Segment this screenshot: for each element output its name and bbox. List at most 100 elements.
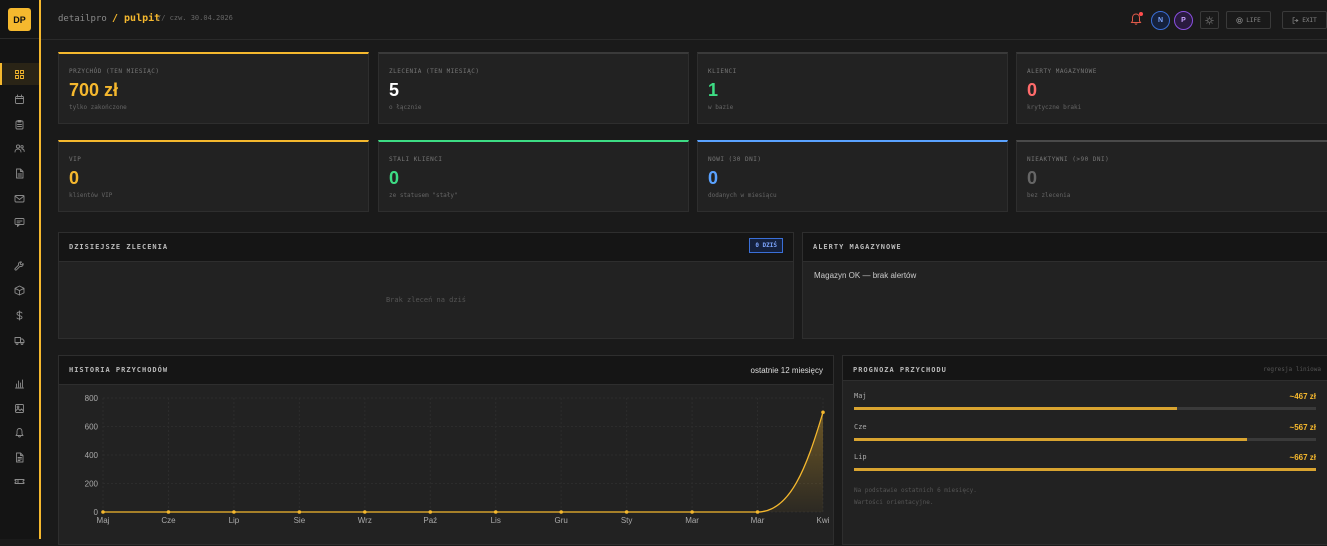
stat-card[interactable]: STALI KLIENCI 0 ze statusem "stały" [378, 140, 689, 212]
sidebar-item-bell[interactable] [0, 421, 39, 443]
stat-label: NIEAKTYWNI (>90 DNI) [1027, 156, 1110, 163]
sidebar-item-mail[interactable] [0, 187, 39, 209]
forecast-note-1: Na podstawie ostatnich 6 miesięcy. [854, 487, 977, 494]
exit-label: EXIT [1302, 16, 1317, 24]
sidebar-item-message[interactable] [0, 211, 39, 233]
sidebar-item-ticket[interactable] [0, 470, 39, 492]
exit-button[interactable]: EXIT [1282, 11, 1327, 29]
x-tick-label: Wrz [358, 516, 372, 525]
life-label: LIFE [1246, 16, 1261, 24]
revenue-history-range[interactable]: ostatnie 12 miesięcy [751, 366, 823, 375]
dollar-icon [16, 310, 23, 320]
avatar-n[interactable]: N [1151, 11, 1170, 30]
x-tick-label: Cze [161, 516, 176, 525]
stat-card[interactable]: PRZYCHÓD (TEN MIESIĄC) 700 zł tylko zakońc… [58, 52, 369, 124]
sun-icon [1205, 15, 1214, 25]
stat-label: NOWI (30 DNI) [708, 156, 762, 163]
data-point [755, 510, 760, 514]
forecast-method: regresja liniowa [1263, 366, 1321, 373]
stat-value: 0 [69, 168, 80, 188]
stat-value: 0 [708, 168, 719, 188]
sidebar-item-image[interactable] [0, 397, 39, 419]
data-point [493, 510, 498, 514]
logout-icon [1292, 16, 1299, 24]
forecast-bar [854, 438, 1316, 441]
stat-subtitle: w bazie [708, 104, 734, 111]
revenue-history-header: HISTORIA PRZYCHODÓW ostatnie 12 miesięcy [59, 356, 833, 385]
y-tick-label: 600 [85, 423, 99, 432]
stat-value: 0 [389, 168, 400, 188]
notifications-button[interactable] [1129, 12, 1143, 26]
stat-card[interactable]: KLIENCI 1 w bazie [697, 52, 1008, 124]
avatar-p[interactable]: P [1174, 11, 1193, 30]
sidebar-item-bar-chart[interactable] [0, 372, 39, 394]
message-icon [14, 217, 25, 227]
stat-card[interactable]: ALERTY MAGAZYNOWE 0 krytyczne braki [1016, 52, 1327, 124]
breadcrumb: / pulpit [112, 13, 161, 24]
app-logo[interactable]: DP [8, 8, 31, 31]
y-tick-label: 400 [85, 451, 99, 460]
sidebar-item-file[interactable] [0, 162, 39, 184]
stat-card[interactable]: ZLECENIA (TEN MIESIĄC) 5 o łącznie [378, 52, 689, 124]
sidebar-item-truck[interactable] [0, 329, 39, 351]
stat-value: 700 zł [69, 80, 119, 100]
truck-icon [14, 336, 25, 345]
series-line [103, 412, 824, 513]
sidebar-item-document[interactable] [0, 446, 39, 468]
forecast-month: Lip [854, 453, 867, 461]
notification-dot [1139, 12, 1143, 16]
sidebar: DP [0, 0, 41, 539]
stat-label: KLIENCI [708, 68, 737, 75]
x-tick-label: Lip [229, 516, 240, 525]
brand-name[interactable]: detailpro [58, 14, 107, 24]
stat-label: VIP [69, 156, 82, 163]
sidebar-item-wrench[interactable] [0, 255, 39, 277]
sidebar-item-box[interactable] [0, 279, 39, 301]
stat-subtitle: dodanych w miesiącu [708, 192, 777, 199]
today-orders-header: DZISIEJSZE ZLECENIA 0 DZIŚ [59, 233, 793, 262]
revenue-chart: 0200400600800Maj Cze Lip Sie Wrz Paź Lis Gru Sty… [85, 394, 830, 525]
data-point [821, 410, 825, 415]
data-point [232, 510, 236, 514]
x-tick-label: Gru [555, 516, 568, 525]
sidebar-item-clipboard[interactable] [0, 113, 39, 135]
sidebar-item-users[interactable] [0, 137, 39, 159]
topbar: detailpro / pulpit // czw. 30.04.2026 N … [41, 0, 1327, 40]
stat-subtitle: tylko zakończone [69, 104, 127, 111]
x-tick-label: Sie [294, 516, 306, 525]
life-button[interactable]: LIFE [1226, 11, 1271, 29]
inventory-ok-message: Magazyn OK — brak alertów [814, 271, 917, 280]
sidebar-divider [0, 38, 39, 39]
stat-subtitle: bez zlecenia [1027, 192, 1071, 199]
clipboard-icon [15, 119, 24, 129]
today-orders-empty: Brak zleceń na dziś [385, 296, 467, 304]
file-icon [16, 168, 24, 178]
grid-icon [15, 69, 24, 79]
current-date: // czw. 30.04.2026 [157, 14, 233, 22]
stat-card[interactable]: NIEAKTYWNI (>90 DNI) 0 bez zlecenia [1016, 140, 1327, 212]
sidebar-item-grid[interactable] [0, 63, 39, 85]
x-tick-label: Paź [423, 516, 437, 525]
sidebar-item-calendar[interactable] [0, 88, 39, 110]
revenue-history-title: HISTORIA PRZYCHODÓW [69, 366, 169, 374]
stat-subtitle: ze statusem "stały" [389, 192, 458, 199]
theme-toggle-button[interactable] [1200, 11, 1219, 29]
forecast-month: Maj [854, 392, 867, 400]
inventory-alerts-header: ALERTY MAGAZYNOWE [803, 233, 1327, 262]
stat-card[interactable]: VIP 0 klientów VIP [58, 140, 369, 212]
stat-label: PRZYCHÓD (TEN MIESIĄC) [69, 68, 160, 75]
y-tick-label: 800 [85, 394, 99, 403]
forecast-month: Cze [854, 423, 867, 431]
stat-card[interactable]: NOWI (30 DNI) 0 dodanych w miesiącu [697, 140, 1008, 212]
sidebar-item-dollar[interactable] [0, 304, 39, 326]
calendar-icon [15, 94, 24, 104]
wrench-icon [14, 260, 24, 271]
inventory-alerts-panel: ALERTY MAGAZYNOWE Magazyn OK — brak aler… [802, 232, 1327, 339]
forecast-bar-fill [854, 407, 1178, 410]
data-point [166, 510, 171, 514]
data-point [297, 510, 302, 514]
image-icon [15, 403, 24, 413]
stat-value: 0 [1027, 80, 1038, 100]
stat-value: 1 [708, 80, 719, 100]
x-tick-label: Mar [751, 516, 765, 525]
